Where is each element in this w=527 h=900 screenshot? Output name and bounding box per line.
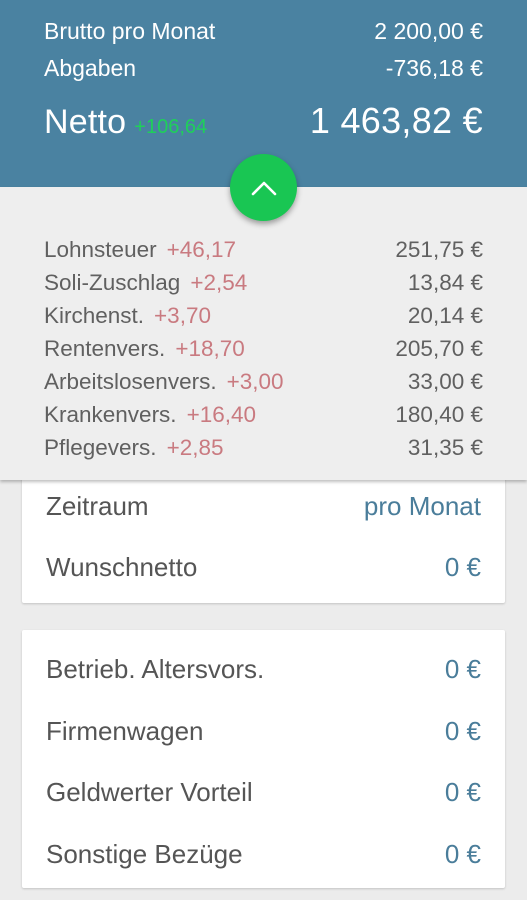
- settings-card: Zeitraum pro Monat Wunschnetto 0 €: [22, 470, 505, 603]
- extras-row[interactable]: Betrieb. Altersvors. 0 €: [46, 649, 481, 689]
- breakdown-delta: +2,85: [166, 434, 224, 460]
- breakdown-label: Arbeitslosenvers.: [44, 368, 217, 394]
- deductions-breakdown-panel: Lohnsteuer +46,17 251,75 € Soli-Zuschlag +…: [0, 187, 527, 480]
- breakdown-row: Soli-Zuschlag +2,54 13,84 €: [44, 266, 483, 299]
- breakdown-row: Lohnsteuer +46,17 251,75 €: [44, 233, 483, 266]
- extras-label: Betrieb. Altersvors.: [46, 653, 265, 684]
- breakdown-delta: +2,54: [190, 269, 248, 295]
- chevron-up-icon: [251, 181, 276, 195]
- period-label: Zeitraum: [46, 490, 149, 521]
- extras-value[interactable]: 0 €: [445, 654, 481, 685]
- breakdown-value: 20,14 €: [407, 302, 483, 328]
- net-row: Netto +106,64 1 463,82 €: [44, 100, 483, 142]
- breakdown-delta: +16,40: [186, 401, 257, 427]
- extras-value[interactable]: 0 €: [445, 777, 481, 808]
- deductions-label: Abgaben: [44, 55, 137, 81]
- breakdown-label: Pflegevers.: [44, 434, 157, 460]
- extras-row[interactable]: Sonstige Bezüge 0 €: [46, 834, 481, 874]
- desired-net-value[interactable]: 0 €: [445, 552, 481, 583]
- period-value[interactable]: pro Monat: [364, 491, 481, 522]
- breakdown-value: 180,40 €: [395, 401, 483, 427]
- breakdown-value: 33,00 €: [407, 368, 483, 394]
- gross-label: Brutto pro Monat: [44, 18, 216, 44]
- breakdown-value: 251,75 €: [395, 236, 483, 262]
- breakdown-value: 205,70 €: [395, 335, 483, 361]
- gross-value: 2 200,00 €: [374, 18, 483, 44]
- breakdown-value: 31,35 €: [407, 434, 483, 460]
- breakdown-delta: +46,17: [166, 236, 237, 262]
- extras-label: Geldwerter Vorteil: [46, 776, 253, 807]
- extras-card: Betrieb. Altersvors. 0 € Firmenwagen 0 €…: [22, 630, 505, 888]
- extras-row[interactable]: Geldwerter Vorteil 0 €: [46, 772, 481, 812]
- desired-net-row[interactable]: Wunschnetto 0 €: [46, 547, 481, 587]
- breakdown-delta: +3,00: [226, 368, 284, 394]
- net-value: 1 463,82 €: [309, 100, 483, 141]
- breakdown-row: Kirchenst. +3,70 20,14 €: [44, 299, 483, 332]
- breakdown-row: Krankenvers. +16,40 180,40 €: [44, 398, 483, 431]
- gross-row: Brutto pro Monat 2 200,00 €: [44, 18, 483, 45]
- breakdown-label: Rentenvers.: [44, 335, 166, 361]
- breakdown-label: Kirchenst.: [44, 302, 145, 328]
- desired-net-label: Wunschnetto: [46, 551, 198, 582]
- extras-value[interactable]: 0 €: [445, 716, 481, 747]
- breakdown-label: Krankenvers.: [44, 401, 177, 427]
- breakdown-delta: +18,70: [175, 335, 245, 361]
- breakdown-row: Arbeitslosenvers. +3,00 33,00 €: [44, 365, 483, 398]
- period-row[interactable]: Zeitraum pro Monat: [46, 486, 481, 526]
- collapse-button[interactable]: [230, 154, 297, 221]
- breakdown-row: Rentenvers. +18,70 205,70 €: [44, 332, 483, 365]
- breakdown-delta: +3,70: [154, 302, 211, 328]
- extras-value[interactable]: 0 €: [445, 839, 481, 870]
- deductions-row: Abgaben -736,18 €: [44, 55, 483, 82]
- net-delta: +106,64: [134, 116, 208, 138]
- deductions-value: -736,18 €: [385, 55, 483, 81]
- breakdown-label: Soli-Zuschlag: [44, 269, 181, 295]
- extras-label: Sonstige Bezüge: [46, 838, 243, 869]
- breakdown-row: Pflegevers. +2,85 31,35 €: [44, 431, 483, 464]
- extras-row[interactable]: Firmenwagen 0 €: [46, 711, 481, 751]
- breakdown-label: Lohnsteuer: [44, 236, 157, 262]
- breakdown-value: 13,84 €: [407, 269, 483, 295]
- extras-label: Firmenwagen: [46, 715, 204, 746]
- net-label: Netto: [44, 103, 127, 141]
